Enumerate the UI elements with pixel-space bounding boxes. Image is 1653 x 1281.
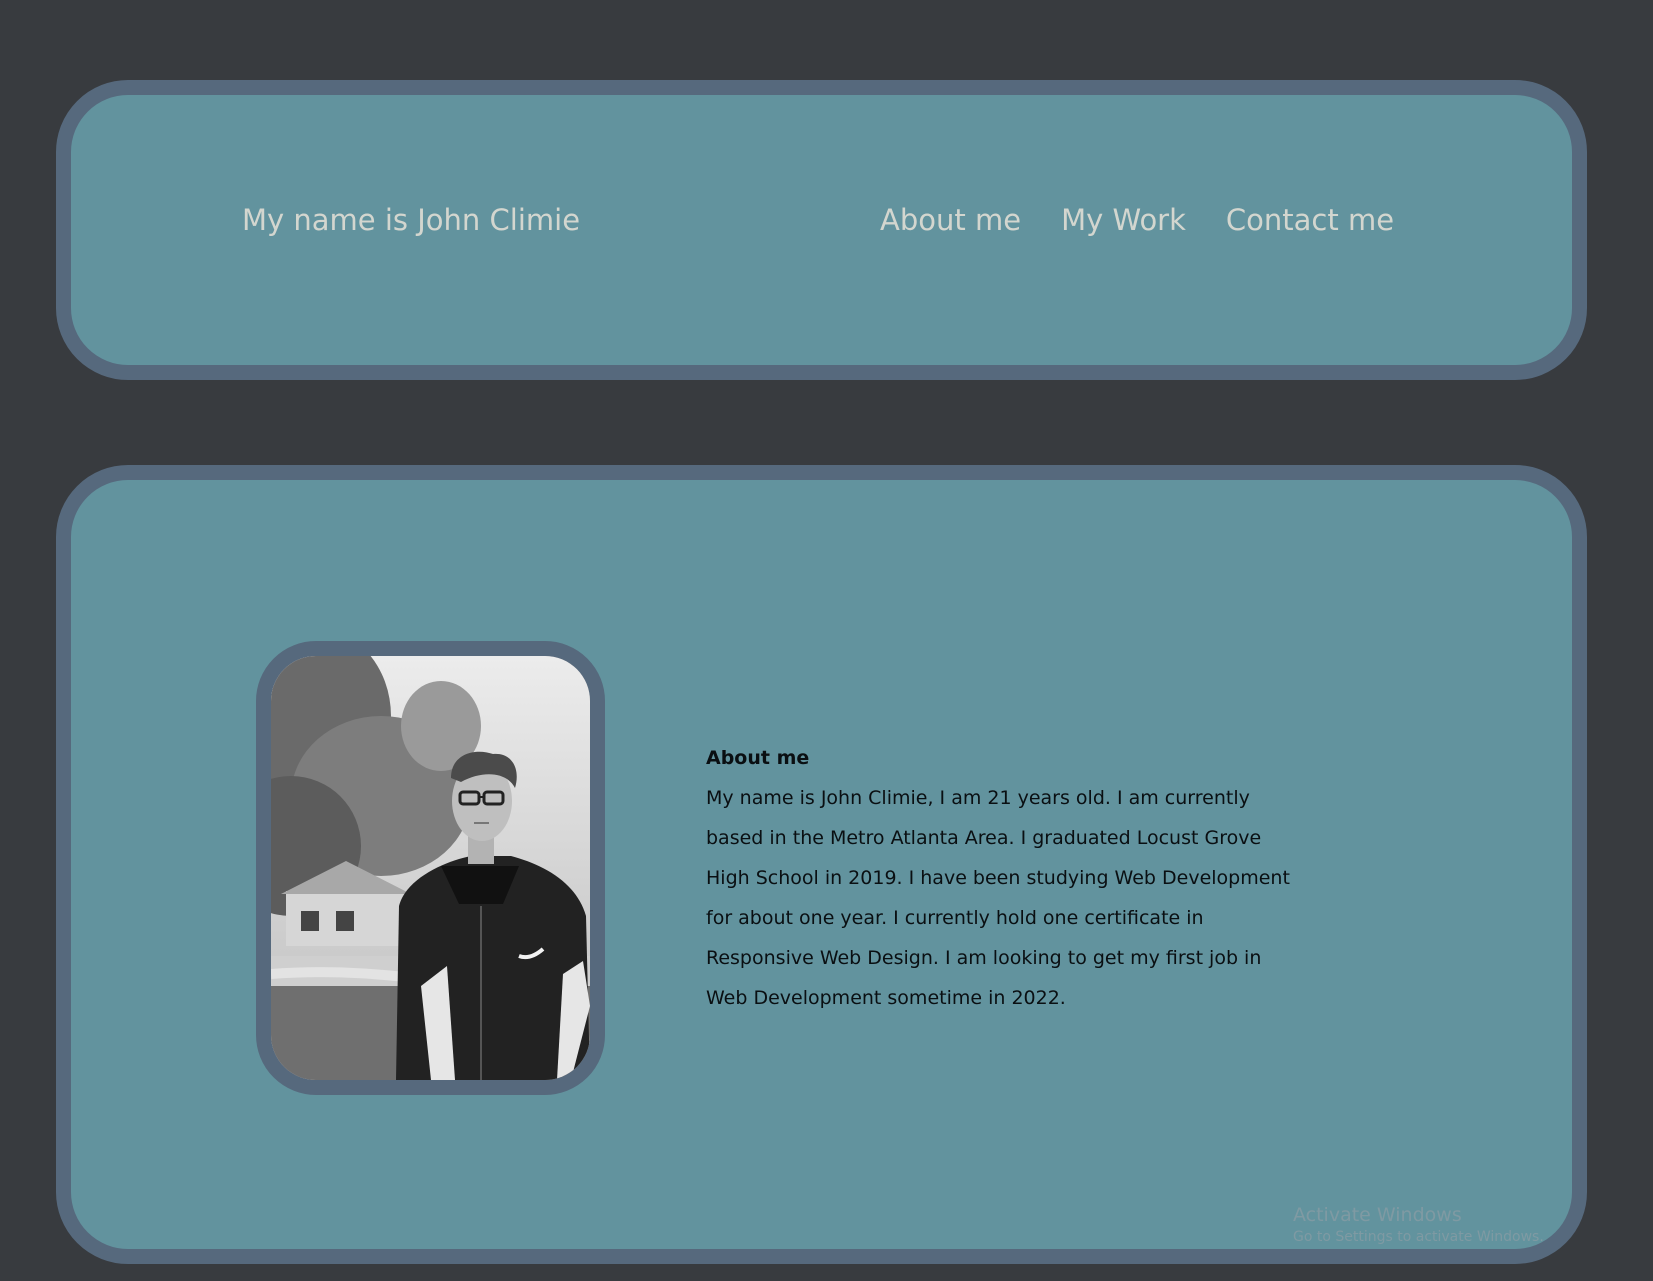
activate-windows-watermark: Activate Windows Go to Settings to activ…: [1293, 1203, 1544, 1247]
watermark-title: Activate Windows: [1293, 1204, 1462, 1226]
profile-photo: [256, 641, 605, 1095]
about-heading: About me: [706, 747, 810, 769]
nav-link-about-me[interactable]: About me: [880, 203, 1021, 237]
about-paragraph: My name is John Climie, I am 21 years ol…: [706, 787, 1290, 1009]
nav-link-my-work[interactable]: My Work: [1061, 203, 1186, 237]
profile-photo-illustration: [271, 656, 590, 1080]
watermark-subtitle: Go to Settings to activate Windows.: [1293, 1229, 1544, 1245]
about-section: About me My name is John Climie, I am 21…: [706, 738, 1306, 1018]
header-card: My name is John Climie About me My Work …: [56, 80, 1587, 380]
main-nav: About me My Work Contact me: [880, 203, 1394, 237]
site-title: My name is John Climie: [242, 203, 581, 237]
about-card: About me My name is John Climie, I am 21…: [56, 465, 1587, 1264]
nav-link-contact-me[interactable]: Contact me: [1226, 203, 1394, 237]
